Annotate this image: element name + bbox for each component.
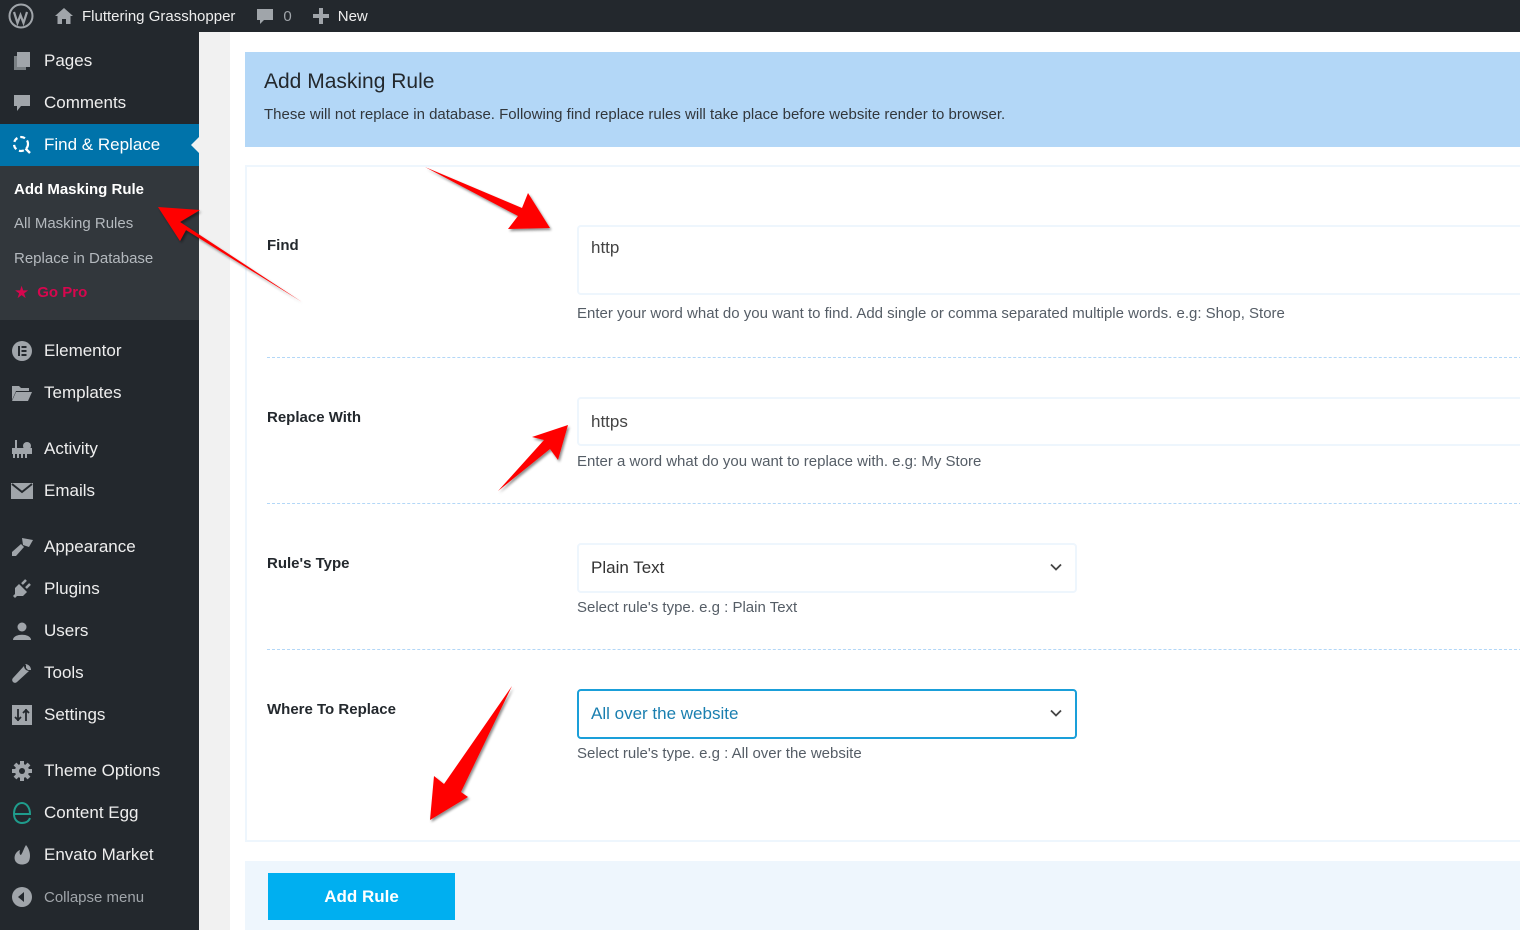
menu-label: Theme Options bbox=[44, 761, 161, 780]
find-replace-submenu: Add Masking Rule All Masking Rules Repla… bbox=[0, 166, 199, 320]
paintbrush-icon bbox=[10, 535, 34, 559]
chevron-down-icon bbox=[1050, 563, 1062, 571]
add-rule-button[interactable]: Add Rule bbox=[268, 873, 455, 920]
admin-sidebar: Pages Comments Find & Replace Add Maskin… bbox=[0, 32, 199, 930]
folder-icon bbox=[10, 381, 34, 405]
content-egg-icon bbox=[10, 801, 34, 825]
replace-help-text: Enter a word what do you want to replace… bbox=[577, 453, 982, 470]
chevron-down-icon bbox=[1050, 709, 1062, 717]
menu-item-activity[interactable]: Activity bbox=[0, 428, 199, 470]
menu-label: Comments bbox=[44, 93, 127, 112]
collapse-label: Collapse menu bbox=[44, 888, 145, 906]
envato-leaf-icon bbox=[10, 843, 34, 867]
rule-type-selected: Plain Text bbox=[591, 558, 665, 577]
menu-label: Pages bbox=[44, 51, 93, 70]
settings-icon bbox=[10, 703, 34, 727]
replace-label: Replace With bbox=[267, 409, 362, 426]
info-notice: Add Masking Rule These will not replace … bbox=[245, 52, 1520, 147]
menu-label: Emails bbox=[44, 481, 96, 500]
menu-item-pages[interactable]: Pages bbox=[0, 40, 199, 82]
admin-bar: Fluttering Grasshopper 0 New bbox=[0, 0, 1520, 32]
menu-label: Appearance bbox=[44, 537, 136, 556]
menu-label: Plugins bbox=[44, 579, 100, 598]
submenu-go-pro[interactable]: ★ Go Pro bbox=[0, 276, 199, 311]
rule-type-help-text: Select rule's type. e.g : Plain Text bbox=[577, 599, 798, 616]
new-content-link[interactable]: New bbox=[302, 0, 378, 32]
collapse-menu-button[interactable]: Collapse menu bbox=[0, 876, 199, 918]
user-icon bbox=[10, 619, 34, 643]
where-help-text: Select rule's type. e.g : All over the w… bbox=[577, 745, 862, 762]
menu-item-find-replace[interactable]: Find & Replace bbox=[0, 124, 199, 166]
gear-icon bbox=[10, 759, 34, 783]
menu-label: Templates bbox=[44, 383, 122, 402]
menu-label: Activity bbox=[44, 439, 98, 458]
divider bbox=[267, 503, 1520, 504]
activity-icon bbox=[10, 437, 34, 461]
rule-type-label: Rule's Type bbox=[267, 555, 350, 572]
page-title: Add Masking Rule bbox=[264, 70, 435, 93]
star-icon: ★ bbox=[14, 282, 30, 302]
replace-input[interactable] bbox=[577, 397, 1520, 446]
wrench-icon bbox=[10, 661, 34, 685]
submenu-add-masking-rule[interactable]: Add Masking Rule bbox=[0, 172, 199, 207]
wordpress-logo-button[interactable] bbox=[0, 0, 44, 32]
find-help-text: Enter your word what do you want to find… bbox=[577, 305, 1285, 322]
comments-count: 0 bbox=[283, 7, 292, 25]
menu-item-templates[interactable]: Templates bbox=[0, 372, 199, 414]
menu-item-elementor[interactable]: Elementor bbox=[0, 330, 199, 372]
where-selected: All over the website bbox=[591, 704, 739, 723]
menu-item-theme-options[interactable]: Theme Options bbox=[0, 750, 199, 792]
plugin-icon bbox=[10, 577, 34, 601]
menu-item-users[interactable]: Users bbox=[0, 610, 199, 652]
menu-item-tools[interactable]: Tools bbox=[0, 652, 199, 694]
divider bbox=[267, 357, 1520, 358]
find-input[interactable] bbox=[577, 225, 1520, 295]
site-name: Fluttering Grasshopper bbox=[82, 7, 236, 25]
masking-rule-form: Find Enter your word what do you want to… bbox=[245, 165, 1520, 842]
menu-item-emails[interactable]: Emails bbox=[0, 470, 199, 512]
new-label: New bbox=[337, 7, 368, 25]
menu-item-settings[interactable]: Settings bbox=[0, 694, 199, 736]
comment-bubble-icon bbox=[255, 6, 275, 26]
menu-item-plugins[interactable]: Plugins bbox=[0, 568, 199, 610]
comments-icon bbox=[10, 91, 34, 115]
divider bbox=[267, 649, 1520, 650]
where-label: Where To Replace bbox=[267, 701, 396, 718]
elementor-icon bbox=[10, 339, 34, 363]
menu-label: Find & Replace bbox=[44, 135, 161, 154]
submenu-replace-in-database[interactable]: Replace in Database bbox=[0, 241, 199, 276]
site-name-link[interactable]: Fluttering Grasshopper bbox=[44, 0, 245, 32]
menu-label: Envato Market bbox=[44, 845, 154, 864]
where-to-replace-select[interactable]: All over the website bbox=[577, 689, 1077, 739]
submenu-all-masking-rules[interactable]: All Masking Rules bbox=[0, 207, 199, 242]
submit-bar: Add Rule bbox=[245, 861, 1520, 930]
menu-label: Settings bbox=[44, 705, 106, 724]
wordpress-logo-icon bbox=[8, 3, 34, 29]
menu-item-appearance[interactable]: Appearance bbox=[0, 526, 199, 568]
email-icon bbox=[10, 479, 34, 503]
menu-label: Users bbox=[44, 621, 89, 640]
menu-item-envato-market[interactable]: Envato Market bbox=[0, 834, 199, 876]
notice-text: These will not replace in database. Foll… bbox=[264, 106, 1006, 123]
menu-label: Elementor bbox=[44, 341, 122, 360]
go-pro-label: Go Pro bbox=[37, 284, 88, 302]
collapse-arrow-icon bbox=[10, 885, 34, 909]
menu-item-content-egg[interactable]: Content Egg bbox=[0, 792, 199, 834]
rule-type-select[interactable]: Plain Text bbox=[577, 543, 1077, 593]
menu-item-comments[interactable]: Comments bbox=[0, 82, 199, 124]
home-icon bbox=[54, 6, 74, 26]
plus-icon bbox=[312, 7, 330, 25]
menu-label: Tools bbox=[44, 663, 84, 682]
pages-icon bbox=[10, 49, 34, 73]
find-replace-icon bbox=[10, 133, 34, 157]
comments-link[interactable]: 0 bbox=[245, 0, 301, 32]
main-content: Add Masking Rule These will not replace … bbox=[230, 32, 1520, 930]
find-label: Find bbox=[267, 237, 299, 254]
menu-label: Content Egg bbox=[44, 803, 139, 822]
